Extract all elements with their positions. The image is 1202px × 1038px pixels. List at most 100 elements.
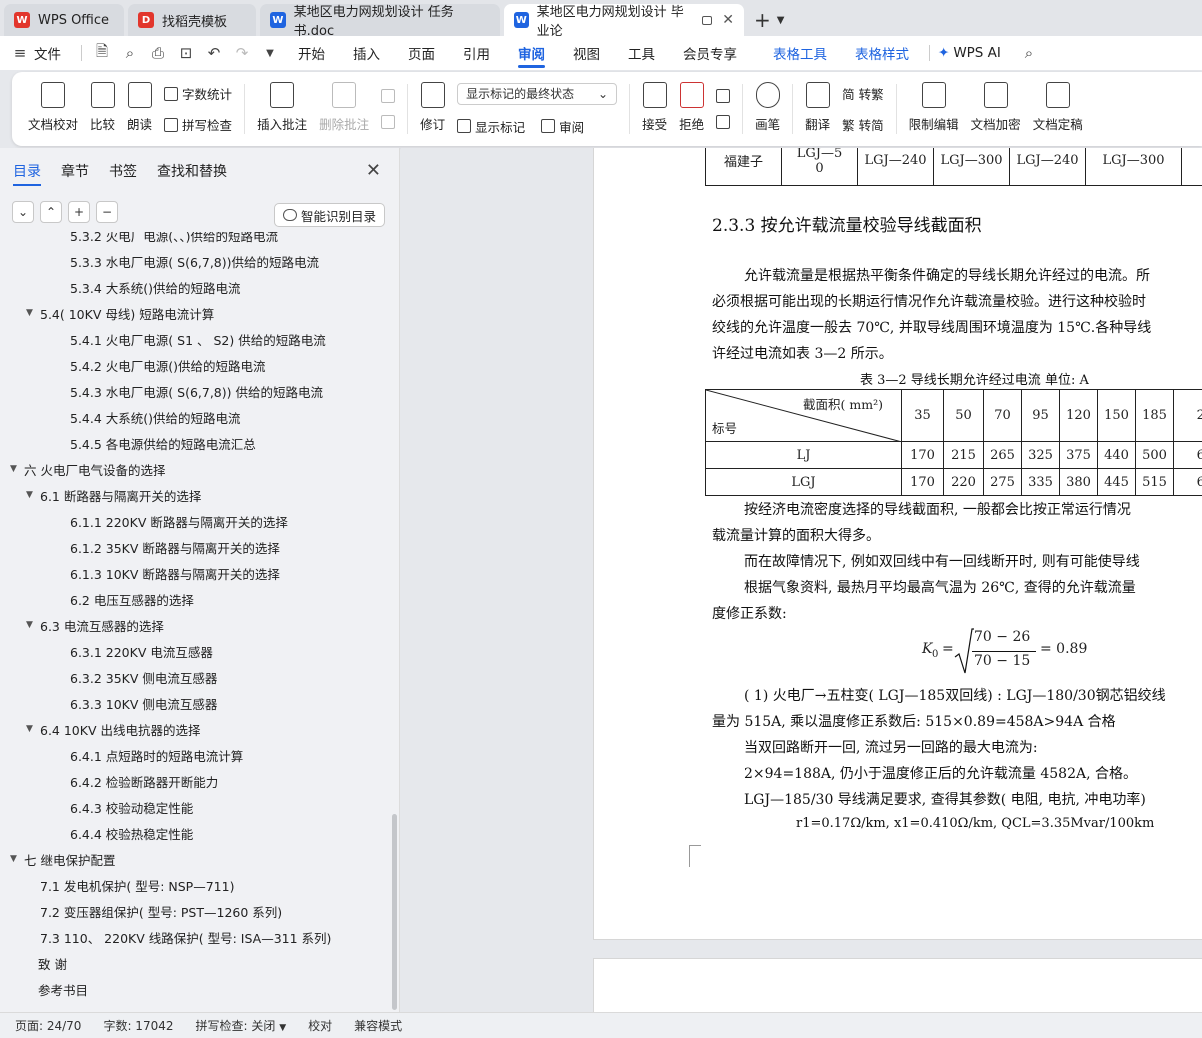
word-count-button[interactable]: 字数统计 <box>164 84 232 103</box>
close-icon[interactable]: ✕ <box>366 160 381 181</box>
collapse-up-icon[interactable]: ⌃ <box>40 201 62 223</box>
toc-item[interactable]: 致 谢 <box>0 950 392 976</box>
expand-arrow-icon[interactable]: ▼ <box>26 490 40 500</box>
toc-item[interactable]: 参考书目 <box>0 976 392 1002</box>
delete-comment-button[interactable]: 删除批注 <box>319 72 369 146</box>
toc-item[interactable]: 6.1.3 10KV 断路器与隔离开关的选择 <box>0 560 392 586</box>
revise-button[interactable]: 修订 <box>420 72 445 146</box>
pen-button[interactable]: 画笔 <box>755 72 780 146</box>
toc-item[interactable]: 7.1 发电机保护( 型号: NSP—711) <box>0 872 392 898</box>
toc-item[interactable]: 7.2 变压器组保护( 型号: PST—1260 系列) <box>0 898 392 924</box>
page-indicator[interactable]: 页面: 24/70 <box>15 1017 81 1034</box>
spell-check-status[interactable]: 拼写检查: 关闭 ▼ <box>196 1017 287 1034</box>
reject-button[interactable]: 拒绝 <box>679 72 704 146</box>
menu-start[interactable]: 开始 <box>284 36 339 70</box>
expand-down-icon[interactable]: ⌄ <box>12 201 34 223</box>
menu-page[interactable]: 页面 <box>394 36 449 70</box>
insert-comment-button[interactable]: 插入批注 <box>257 72 307 146</box>
menu-references[interactable]: 引用 <box>449 36 504 70</box>
expand-arrow-icon[interactable]: ▼ <box>26 724 40 734</box>
chevron-down-icon[interactable]: ▼ <box>777 15 785 26</box>
wps-ai-button[interactable]: ✦ WPS AI <box>936 36 1015 70</box>
redo-icon[interactable]: ↷ <box>228 36 256 70</box>
toc-item[interactable]: ▼ 6.4 10KV 出线电抗器的选择 <box>0 716 392 742</box>
toc-item[interactable]: 6.4.4 校验热稳定性能 <box>0 820 392 846</box>
tab-toc[interactable]: 目录 <box>13 148 41 194</box>
compare-button[interactable]: 比较 <box>90 72 115 146</box>
expand-arrow-icon[interactable]: ▼ <box>26 620 40 630</box>
next-comment-button[interactable] <box>381 115 396 129</box>
tab-task-doc[interactable]: W 某地区电力网规划设计 任务书.doc <box>260 4 500 39</box>
menu-table-tools[interactable]: 表格工具 <box>759 36 841 70</box>
prev-comment-button[interactable] <box>381 89 396 103</box>
toc-item[interactable]: ▼ 六 火电厂电气设备的选择 <box>0 456 392 482</box>
close-tab-icon[interactable]: ✕ <box>722 12 734 28</box>
toc-item[interactable]: 5.4.2 火电厂电源()供给的短路电流 <box>0 352 392 378</box>
toc-item[interactable]: 5.4.5 各电源供给的短路电流汇总 <box>0 430 392 456</box>
review-pane-button[interactable]: 审阅 <box>559 117 584 136</box>
spell-check-button[interactable]: 拼写检查 <box>164 115 232 134</box>
expand-arrow-icon[interactable]: ▼ <box>10 854 24 864</box>
toc-item[interactable]: 6.3.1 220KV 电流互感器 <box>0 638 392 664</box>
toc-item[interactable]: 5.3.4 大系统()供给的短路电流 <box>0 274 392 300</box>
smart-toc-button[interactable]: 智能识别目录 <box>273 203 385 227</box>
translate-button[interactable]: 翻译 <box>805 72 830 146</box>
restrict-edit-button[interactable]: 限制编辑 <box>909 72 959 146</box>
prev-change-button[interactable] <box>716 89 731 103</box>
toc-item[interactable]: 5.3.2 火电厂电源(、、)供给的短路电流 <box>0 232 392 248</box>
tab-docer-templates[interactable]: D 找稻壳模板 <box>128 4 256 36</box>
toc-item[interactable]: 5.4.1 火电厂电源( S1 、 S2) 供给的短路电流 <box>0 326 392 352</box>
menu-tools[interactable]: 工具 <box>614 36 669 70</box>
add-heading-icon[interactable]: + <box>68 201 90 223</box>
doc-proof-button[interactable]: 文档校对 <box>28 72 78 146</box>
word-count[interactable]: 字数: 17042 <box>103 1017 173 1034</box>
expand-arrow-icon[interactable]: ▼ <box>26 308 40 318</box>
menu-review[interactable]: 审阅 <box>504 36 559 70</box>
proofread-status[interactable]: 校对 <box>308 1017 332 1034</box>
toc-item[interactable]: 5.4.4 大系统()供给的短路电流 <box>0 404 392 430</box>
toc-item[interactable]: 7.3 110、 220KV 线路保护( 型号: ISA—311 系列) <box>0 924 392 950</box>
toc-item[interactable]: 6.1.1 220KV 断路器与隔离开关的选择 <box>0 508 392 534</box>
toc-item[interactable]: 5.3.3 水电厂电源( S(6,7,8))供给的短路电流 <box>0 248 392 274</box>
toc-item[interactable]: ▼ 6.1 断路器与隔离开关的选择 <box>0 482 392 508</box>
toc-item[interactable]: 6.4.1 点短路时的短路电流计算 <box>0 742 392 768</box>
toc-item[interactable]: 5.4.3 水电厂电源( S(6,7,8)) 供给的短路电流 <box>0 378 392 404</box>
menu-view[interactable]: 视图 <box>559 36 614 70</box>
tab-find-replace[interactable]: 查找和替换 <box>157 148 227 194</box>
print-preview-icon[interactable]: ⊡ <box>172 36 200 70</box>
hamburger-menu-icon[interactable]: ≡ <box>12 36 28 70</box>
undo-icon[interactable]: ↶ <box>200 36 228 70</box>
toc-scrollbar[interactable] <box>392 814 397 1010</box>
to-traditional-button[interactable]: 简 转繁 <box>842 84 883 103</box>
remove-heading-icon[interactable]: − <box>96 201 118 223</box>
toc-item[interactable]: 6.3.2 35KV 侧电流互感器 <box>0 664 392 690</box>
window-preview-icon[interactable] <box>702 15 713 25</box>
doc-encrypt-button[interactable]: 文档加密 <box>971 72 1021 146</box>
accept-button[interactable]: 接受 <box>642 72 667 146</box>
tab-thesis-doc[interactable]: W 某地区电力网规划设计 毕业论 ✕ <box>504 4 744 39</box>
toc-item[interactable]: 6.2 电压互感器的选择 <box>0 586 392 612</box>
print-icon[interactable]: ⎙ <box>144 36 172 70</box>
search-icon[interactable]: ⌕ <box>1015 36 1043 70</box>
tab-bookmarks[interactable]: 书签 <box>109 148 137 194</box>
tab-chapters[interactable]: 章节 <box>61 148 89 194</box>
toc-item[interactable]: ▼ 6.3 电流互感器的选择 <box>0 612 392 638</box>
doc-finalize-button[interactable]: 文档定稿 <box>1033 72 1083 146</box>
markup-state-select[interactable]: 显示标记的最终状态 ⌄ <box>457 82 618 105</box>
show-markup-button[interactable]: 显示标记 审阅 <box>457 117 617 136</box>
save-icon[interactable]: 🗎 <box>88 36 116 70</box>
to-simplified-button[interactable]: 繁 转简 <box>842 115 883 134</box>
export-icon[interactable]: ⌕ <box>116 36 144 70</box>
toc-item[interactable]: 6.1.2 35KV 断路器与隔离开关的选择 <box>0 534 392 560</box>
tab-wps-office[interactable]: W WPS Office <box>4 4 124 36</box>
read-aloud-button[interactable]: 朗读 <box>127 72 152 146</box>
next-change-button[interactable] <box>716 115 731 129</box>
quick-access-dropdown-icon[interactable]: ▼ <box>256 36 284 70</box>
menu-member[interactable]: 会员专享 <box>669 36 751 70</box>
toc-item[interactable]: ▼ 5.4( 10KV 母线) 短路电流计算 <box>0 300 392 326</box>
toc-item[interactable]: ▼ 七 继电保护配置 <box>0 846 392 872</box>
toc-item[interactable]: 6.4.3 校验动稳定性能 <box>0 794 392 820</box>
menu-file[interactable]: 文件 <box>28 36 75 70</box>
toc-item[interactable]: 6.4.2 检验断路器开断能力 <box>0 768 392 794</box>
toc-item[interactable]: 6.3.3 10KV 侧电流互感器 <box>0 690 392 716</box>
